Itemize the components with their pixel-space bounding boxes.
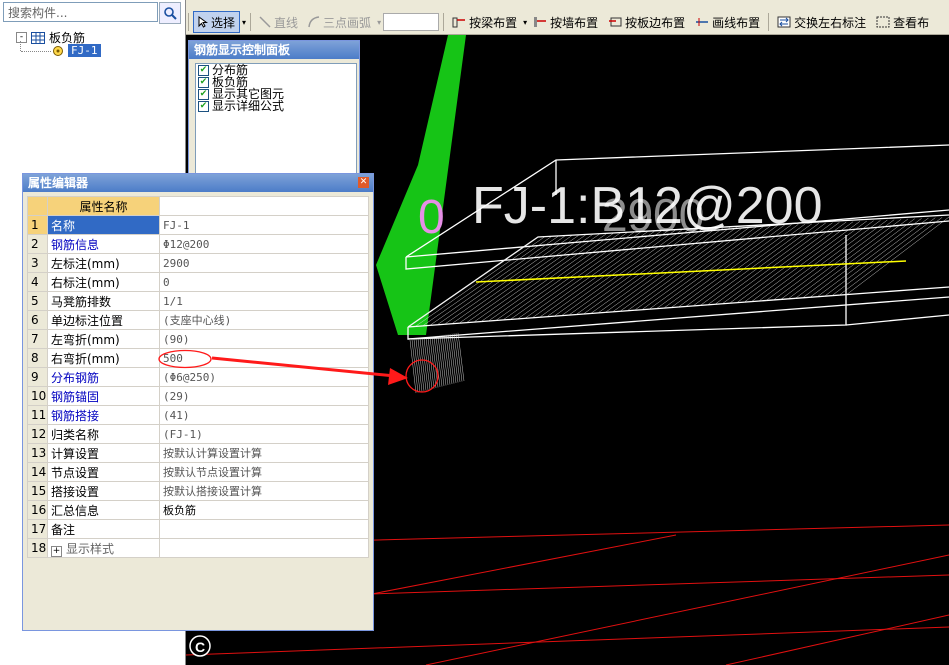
annotation-overlay	[158, 349, 408, 385]
annotation-ellipse	[158, 349, 212, 369]
annotation-arrow-line	[211, 356, 396, 378]
annotation-arrowhead	[388, 368, 408, 385]
